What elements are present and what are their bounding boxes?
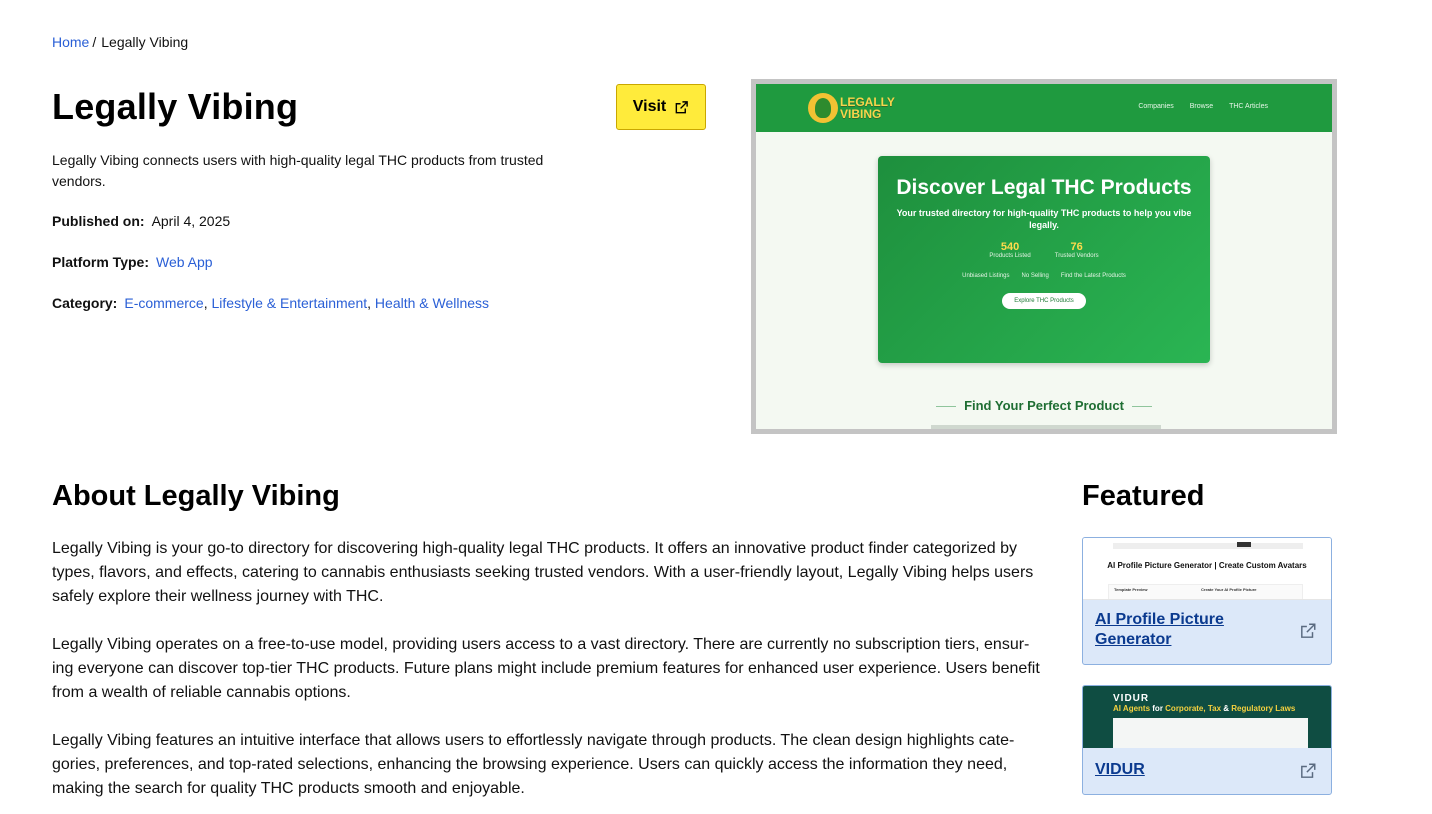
screenshot-features: Unbiased Listings No Selling Find the La… [878, 273, 1210, 279]
visit-button[interactable]: Visit [616, 84, 706, 130]
visit-label: Visit [632, 98, 667, 115]
screenshot-navbar: LEGALLY VIBING Companies Browse THC Artic… [756, 84, 1332, 132]
screenshot-logo: LEGALLY VIBING [808, 93, 895, 123]
featured-card-vidur[interactable]: VIDUR AI Agents for Corporate, Tax & Reg… [1082, 685, 1332, 795]
screenshot-hero-title: Discover Legal THC Products [896, 176, 1192, 199]
external-link-icon [675, 100, 689, 113]
screenshot-nav-links: Companies Browse THC Articles [1138, 103, 1268, 110]
featured-card-thumbnail: AI Profile Picture Generator | Create Cu… [1083, 538, 1331, 600]
published-value: April 4, 2025 [151, 213, 231, 229]
screenshot-stats: 540 Products Listed 76 Trusted Vendors [878, 241, 1210, 259]
breadcrumb-separator: / [92, 34, 97, 50]
category-row: Category: E-commerce, Lifestyle & Enterta… [52, 295, 489, 311]
thumb-tag-b: for [1150, 704, 1166, 713]
breadcrumb-current: Legally Vibing [101, 34, 189, 50]
about-paragraph-1: Legally Vibing is your go-to directory f… [52, 540, 1034, 605]
product-description: Legally Vibing connects users with high-… [52, 152, 544, 189]
platform-link[interactable]: Web App [156, 254, 213, 270]
external-link-icon[interactable] [1299, 762, 1317, 780]
featured-card-thumbnail: VIDUR AI Agents for Corporate, Tax & Reg… [1083, 686, 1331, 748]
thumb-heading: AI Profile Picture Generator | Create Cu… [1107, 561, 1307, 570]
thumb-tag-e: Regulatory Laws [1231, 704, 1296, 713]
thumb-tag-d: & [1221, 704, 1232, 713]
featured-heading: Featured [1082, 480, 1205, 512]
stat-vendors-label: Trusted Vendors [1054, 253, 1099, 259]
feature-no-selling: No Selling [1021, 273, 1049, 279]
about-heading: About Legally Vibing [52, 480, 340, 512]
stat-vendors-value: 76 [1070, 241, 1083, 253]
feature-latest: Find the Latest Products [1060, 273, 1126, 279]
thumb-tag-a: AI Agents [1113, 704, 1151, 713]
thumb-label-right: Create Your AI Profile Picture [1201, 587, 1257, 592]
category-separator: , [203, 295, 208, 311]
stat-products-value: 540 [1000, 241, 1020, 253]
featured-card-title[interactable]: AI Profile Picture Generator [1083, 600, 1283, 660]
screenshot-hero: Discover Legal THC Products Your trusted… [878, 156, 1210, 363]
breadcrumb-home-link[interactable]: Home [52, 34, 89, 50]
breadcrumb: Home / Legally Vibing [52, 34, 188, 50]
logo-text-line2: VIBING [840, 107, 882, 121]
cannabis-leaf-icon [808, 93, 838, 123]
screenshot-cut-off-text [931, 425, 1161, 429]
thumb-logo: VIDUR [1113, 693, 1150, 704]
category-link-lifestyle[interactable]: Lifestyle & Entertainment [212, 295, 368, 311]
stat-products-label: Products Listed [989, 253, 1031, 259]
screenshot-cta-button: Explore THC Products [1002, 293, 1086, 309]
category-separator: , [367, 295, 372, 311]
featured-card-ai-profile[interactable]: AI Profile Picture Generator | Create Cu… [1082, 537, 1332, 665]
screenshot-nav-companies: Companies [1138, 103, 1174, 110]
thumb-tag-c: Corporate, Tax [1165, 704, 1222, 713]
external-link-icon[interactable] [1299, 622, 1317, 640]
platform-label: Platform Type: [52, 254, 149, 270]
screenshot-section-title: Find Your Perfect Product [756, 398, 1332, 413]
published-label: Published on: [52, 213, 145, 229]
website-screenshot: LEGALLY VIBING Companies Browse THC Artic… [751, 79, 1337, 434]
thumb-label-left: Template Preview [1114, 587, 1148, 592]
page: Home / Legally Vibing Legally Vibing Visit… [0, 0, 1432, 814]
category-link-ecommerce[interactable]: E-commerce [124, 295, 203, 311]
page-title: Legally Vibing [52, 86, 299, 127]
feature-unbiased: Unbiased Listings [962, 273, 1010, 279]
featured-card-title[interactable]: VIDUR [1083, 748, 1283, 790]
screenshot-nav-browse: Browse [1189, 103, 1214, 110]
platform-row: Platform Type: Web App [52, 254, 213, 270]
category-label: Category: [52, 295, 118, 311]
screenshot-hero-subtitle: Your trusted directory for high-quality … [896, 208, 1192, 230]
category-link-health[interactable]: Health & Wellness [375, 295, 489, 311]
about-paragraph-3: Legally Vibing features an intuitive int… [52, 732, 1015, 797]
screenshot-nav-articles: THC Articles [1229, 103, 1268, 110]
thumb-tagline: AI Agents for Corporate, Tax & Regulator… [1113, 704, 1295, 713]
about-paragraph-2: Legally Vibing operates on a free-to-use… [52, 636, 1040, 701]
published-row: Published on: April 4, 2025 [52, 213, 230, 229]
